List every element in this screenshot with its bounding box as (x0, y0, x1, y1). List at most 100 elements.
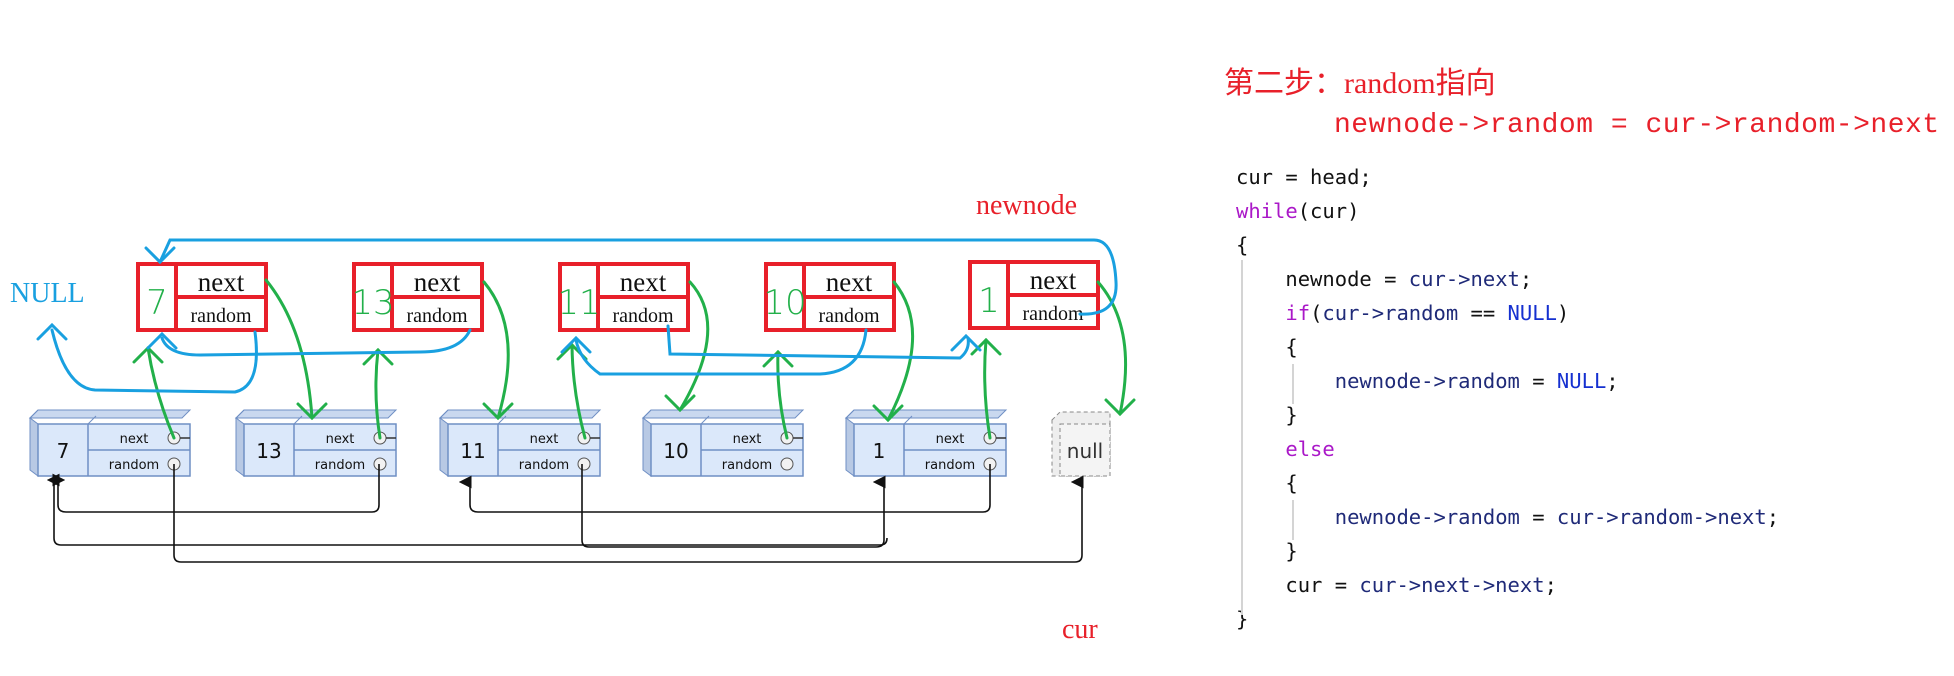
code-token: ; (1544, 573, 1557, 597)
code-line: else (1236, 432, 1779, 466)
copy-node: 7 next random (136, 262, 268, 332)
copy-node-random-label: random (406, 305, 468, 327)
original-node: 11 next random (438, 409, 602, 477)
copy-node-next-label: next (826, 267, 873, 297)
node-value: 1 (873, 439, 886, 463)
code-line: newnode->random = cur->random->next; (1236, 500, 1779, 534)
node-side-face (29, 417, 39, 477)
indent-guide (1241, 260, 1243, 615)
original-node: 1 next random (844, 409, 1008, 477)
indent-guide (1292, 500, 1294, 540)
original-node: 10 next random (641, 409, 805, 477)
code-line: } (1236, 602, 1779, 636)
node-side-face (642, 417, 652, 477)
random-pointer-dot (577, 457, 591, 471)
code-token: ; (1606, 369, 1619, 393)
node-top-face (438, 409, 602, 419)
node-next-label: next (326, 432, 355, 447)
node-top-face (641, 409, 805, 419)
code-token: cur->random->next (1556, 505, 1767, 529)
node-random-label: random (315, 458, 365, 473)
newnode-label: newnode (976, 190, 1078, 221)
code-token: NULL (1507, 301, 1557, 325)
node-value: 7 (57, 439, 70, 463)
random-link-1-to-7 (53, 537, 888, 546)
random-arrow-13-to-7 (160, 328, 472, 357)
code-token: } (1236, 403, 1298, 427)
node-random-label: random (109, 458, 159, 473)
code-line: newnode->random = NULL; (1236, 364, 1779, 398)
code-line: } (1236, 534, 1779, 568)
code-line: cur = cur->next->next; (1236, 568, 1779, 602)
copy-node-next-label: next (198, 267, 245, 297)
code-token: ; (1766, 505, 1780, 529)
code-token: { (1236, 233, 1249, 257)
random-pointer-dot (780, 457, 794, 471)
code-line: if(cur->random == NULL) (1236, 296, 1779, 330)
code-line: { (1236, 466, 1779, 500)
copy-node-next-label: next (414, 267, 461, 297)
copy-node-next-label: next (1030, 265, 1077, 295)
arrowhead-icon (144, 246, 176, 265)
copy-node-random-label: random (190, 305, 252, 327)
copy-node: 1 next random (968, 260, 1100, 330)
cur-label: cur (1062, 614, 1098, 645)
code-token: == (1458, 301, 1508, 325)
next-arrow-copy-to-orig (482, 280, 510, 420)
code-token: cur->next->next (1359, 573, 1545, 597)
code-token: } (1236, 539, 1298, 563)
code-token: if (1285, 301, 1311, 325)
node-value: 13 (256, 439, 281, 463)
code-token: newnode = (1236, 267, 1409, 291)
code-line: newnode = cur->next; (1236, 262, 1779, 296)
code-token: ( (1310, 301, 1323, 325)
random-pointer-dot (373, 457, 387, 471)
original-random-links (46, 464, 1084, 563)
code-token: newnode->random (1334, 505, 1520, 529)
code-token: { (1236, 471, 1298, 495)
node-random-label: random (925, 458, 975, 473)
code-token: else (1285, 437, 1335, 461)
copy-list: 7 next random 13 next random 11 next random 10 nex… (136, 260, 1100, 332)
original-list: 7 next random 13 next random 11 next random 10 nex… (28, 409, 1111, 477)
copy-node: 10 next random (763, 262, 896, 332)
random-arrow-10-to-11 (574, 328, 868, 376)
copy-node-value: 7 (146, 283, 168, 323)
node-random-label: random (722, 458, 772, 473)
arrowhead-icon (664, 394, 696, 413)
copy-node: 11 next random (557, 262, 690, 332)
code-line: { (1236, 228, 1779, 262)
node-side-face (235, 417, 245, 477)
code-token: cur->random (1322, 301, 1459, 325)
node-value: 11 (460, 439, 485, 463)
code-line: { (1236, 330, 1779, 364)
node-next-label: next (936, 432, 965, 447)
node-side-face (439, 417, 449, 477)
code-line: while(cur) (1236, 194, 1779, 228)
code-token: NULL (1556, 369, 1607, 393)
code-line: } (1236, 398, 1779, 432)
code-block: cur = head; while(cur) { newnode = cur->ne… (1236, 160, 1779, 636)
copy-node-next-label: next (620, 267, 667, 297)
next-arrow-copy-to-orig (264, 278, 314, 420)
node-top-face (844, 409, 1008, 419)
code-token: cur = (1236, 573, 1360, 597)
node-next-label: next (733, 432, 762, 447)
copy-node-random-label: random (612, 305, 674, 327)
node-value: 10 (663, 439, 688, 463)
node-side-face (845, 417, 855, 477)
indent-guide (1292, 364, 1294, 404)
code-token: newnode->random (1334, 369, 1520, 393)
copy-node-value: 10 (763, 283, 806, 323)
code-token: cur = head; (1236, 165, 1372, 189)
code-token: ) (1556, 301, 1570, 325)
code-line: cur = head; (1236, 160, 1779, 194)
copy-node-value: 13 (351, 283, 394, 323)
node-next-label: next (120, 432, 149, 447)
code-token: while (1236, 199, 1298, 223)
code-token: (cur) (1297, 199, 1360, 223)
